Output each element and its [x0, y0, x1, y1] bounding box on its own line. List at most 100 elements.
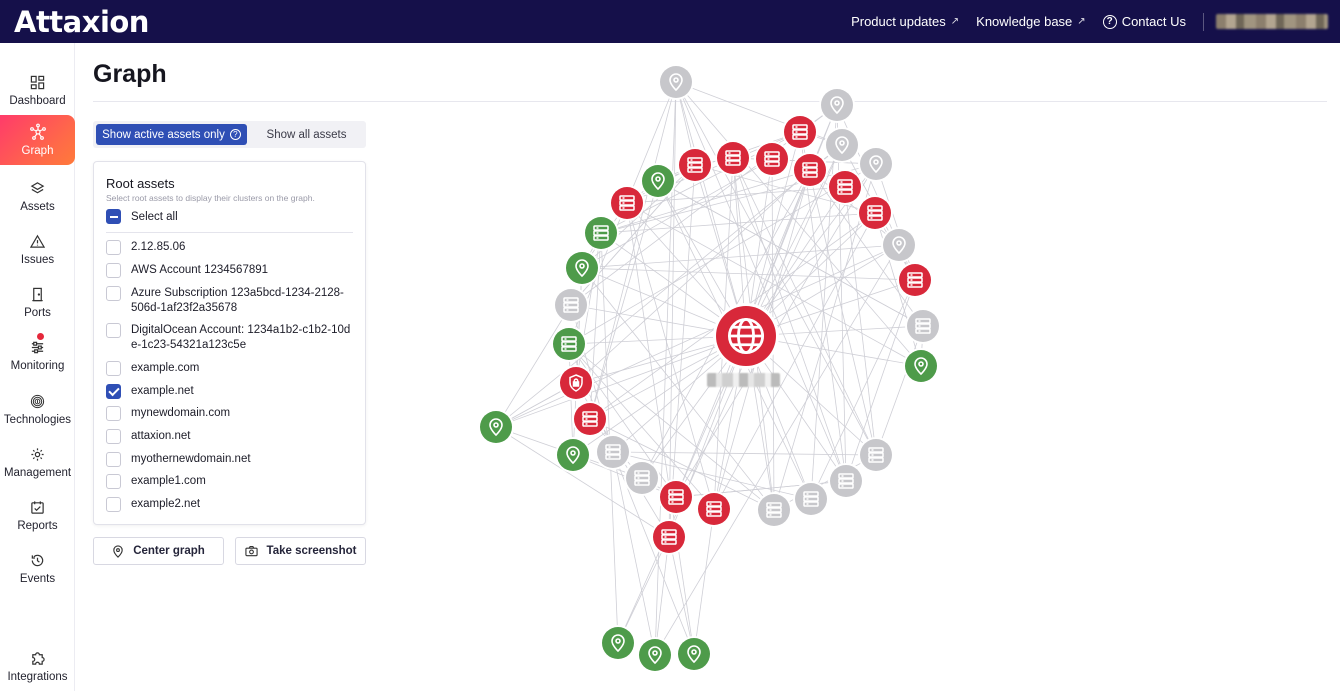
- center-graph-label: Center graph: [133, 545, 205, 557]
- sidebar-item-integrations[interactable]: Integrations: [0, 641, 75, 691]
- root-asset-checkbox[interactable]: [106, 286, 121, 301]
- center-graph-button[interactable]: Center graph: [93, 537, 224, 565]
- sidebar-item-events[interactable]: Events: [0, 543, 75, 593]
- server-node[interactable]: [653, 521, 685, 553]
- root-asset-item[interactable]: example.net: [106, 384, 356, 399]
- root-asset-item[interactable]: DigitalOcean Account: 1234a1b2-c1b2-10de…: [106, 323, 356, 353]
- sidebar-item-label: Graph: [21, 145, 54, 157]
- location-node[interactable]: [566, 252, 598, 284]
- take-screenshot-button[interactable]: Take screenshot: [235, 537, 366, 565]
- contact-us-link[interactable]: ? Contact Us: [1102, 14, 1186, 29]
- location-node[interactable]: [883, 229, 915, 261]
- root-asset-item[interactable]: AWS Account 1234567891: [106, 263, 356, 278]
- location-node[interactable]: [678, 638, 710, 670]
- server-node[interactable]: [794, 154, 826, 186]
- product-updates-link[interactable]: Product updates ↗: [851, 14, 959, 29]
- show-all-assets-button[interactable]: Show all assets: [250, 124, 363, 145]
- sidebar-item-technologies[interactable]: Technologies: [0, 384, 75, 434]
- select-all-checkbox[interactable]: [106, 209, 121, 224]
- root-asset-item[interactable]: example2.net: [106, 497, 356, 512]
- location-node[interactable]: [480, 411, 512, 443]
- layers-icon: [29, 179, 47, 197]
- server-node[interactable]: [859, 197, 891, 229]
- sidebar-item-reports[interactable]: Reports: [0, 490, 75, 540]
- root-asset-checkbox[interactable]: [106, 452, 121, 467]
- sidebar-item-monitoring[interactable]: Monitoring: [0, 330, 75, 380]
- server-node[interactable]: [611, 187, 643, 219]
- show-active-assets-button[interactable]: Show active assets only ?: [96, 124, 247, 145]
- user-menu[interactable]: [1216, 14, 1328, 29]
- server-node[interactable]: [907, 310, 939, 342]
- root-asset-checkbox[interactable]: [106, 429, 121, 444]
- product-updates-label: Product updates: [851, 14, 946, 29]
- server-node[interactable]: [553, 328, 585, 360]
- server-node[interactable]: [574, 403, 606, 435]
- server-icon: [764, 500, 784, 520]
- root-asset-checkbox[interactable]: [106, 384, 121, 399]
- root-asset-checkbox[interactable]: [106, 323, 121, 338]
- location-node[interactable]: [642, 165, 674, 197]
- root-asset-item[interactable]: Azure Subscription 123a5bcd-1234-2128-50…: [106, 286, 356, 316]
- root-asset-checkbox[interactable]: [106, 240, 121, 255]
- server-node[interactable]: [830, 465, 862, 497]
- server-node[interactable]: [626, 462, 658, 494]
- sidebar-item-label: Management: [3, 467, 72, 479]
- root-asset-checkbox[interactable]: [106, 263, 121, 278]
- location-node[interactable]: [602, 627, 634, 659]
- sidebar-item-assets[interactable]: Assets: [0, 171, 75, 221]
- server-node[interactable]: [756, 143, 788, 175]
- location-node[interactable]: [905, 350, 937, 382]
- location-node[interactable]: [660, 66, 692, 98]
- server-node[interactable]: [555, 289, 587, 321]
- root-asset-checkbox[interactable]: [106, 361, 121, 376]
- root-asset-checkbox[interactable]: [106, 497, 121, 512]
- server-node[interactable]: [860, 439, 892, 471]
- root-asset-item[interactable]: mynewdomain.com: [106, 406, 356, 421]
- server-node[interactable]: [597, 436, 629, 468]
- select-all-row[interactable]: Select all: [106, 209, 178, 224]
- root-asset-checkbox[interactable]: [106, 406, 121, 421]
- location-node[interactable]: [826, 129, 858, 161]
- knowledge-base-link[interactable]: Knowledge base ↗: [976, 14, 1086, 29]
- location-node[interactable]: [821, 89, 853, 121]
- root-assets-panel: Root assets Select root assets to displa…: [93, 161, 366, 525]
- location-node[interactable]: [860, 148, 892, 180]
- root-asset-item[interactable]: myothernewdomain.net: [106, 452, 356, 467]
- attaxion-logo[interactable]: Attaxion: [14, 5, 149, 39]
- root-asset-item[interactable]: example1.com: [106, 474, 356, 489]
- take-screenshot-label: Take screenshot: [266, 545, 357, 557]
- server-node[interactable]: [660, 481, 692, 513]
- sidebar-item-management[interactable]: Management: [0, 437, 75, 487]
- server-node[interactable]: [829, 171, 861, 203]
- location-node[interactable]: [557, 439, 589, 471]
- root-asset-label: mynewdomain.com: [131, 407, 231, 419]
- help-circle-icon[interactable]: ?: [229, 129, 241, 140]
- graph-icon: [29, 123, 47, 141]
- sidebar-item-ports[interactable]: Ports: [0, 277, 75, 327]
- root-domain-node[interactable]: [716, 306, 776, 366]
- server-node[interactable]: [899, 264, 931, 296]
- root-asset-item[interactable]: attaxion.net: [106, 429, 356, 444]
- root-domain-label-redacted: [707, 373, 780, 387]
- graph-edge: [675, 81, 843, 146]
- root-asset-checkbox[interactable]: [106, 474, 121, 489]
- globe-icon: [727, 317, 765, 355]
- root-asset-item[interactable]: example.com: [106, 361, 356, 376]
- graph-edge: [675, 81, 747, 337]
- server-node[interactable]: [679, 149, 711, 181]
- location-node[interactable]: [639, 639, 671, 671]
- sidebar-item-issues[interactable]: Issues: [0, 224, 75, 274]
- server-node[interactable]: [585, 217, 617, 249]
- camera-icon: [244, 545, 258, 557]
- server-node[interactable]: [795, 483, 827, 515]
- server-node[interactable]: [784, 116, 816, 148]
- root-asset-item[interactable]: 2.12.85.06: [106, 240, 356, 255]
- sidebar-item-graph[interactable]: Graph: [0, 115, 75, 165]
- sidebar-item-label: Integrations: [7, 671, 68, 683]
- asset-graph[interactable]: [470, 60, 950, 685]
- sidebar-item-dashboard[interactable]: Dashboard: [0, 65, 75, 115]
- server-node[interactable]: [698, 493, 730, 525]
- certificate-node[interactable]: [560, 367, 592, 399]
- server-node[interactable]: [758, 494, 790, 526]
- server-node[interactable]: [717, 142, 749, 174]
